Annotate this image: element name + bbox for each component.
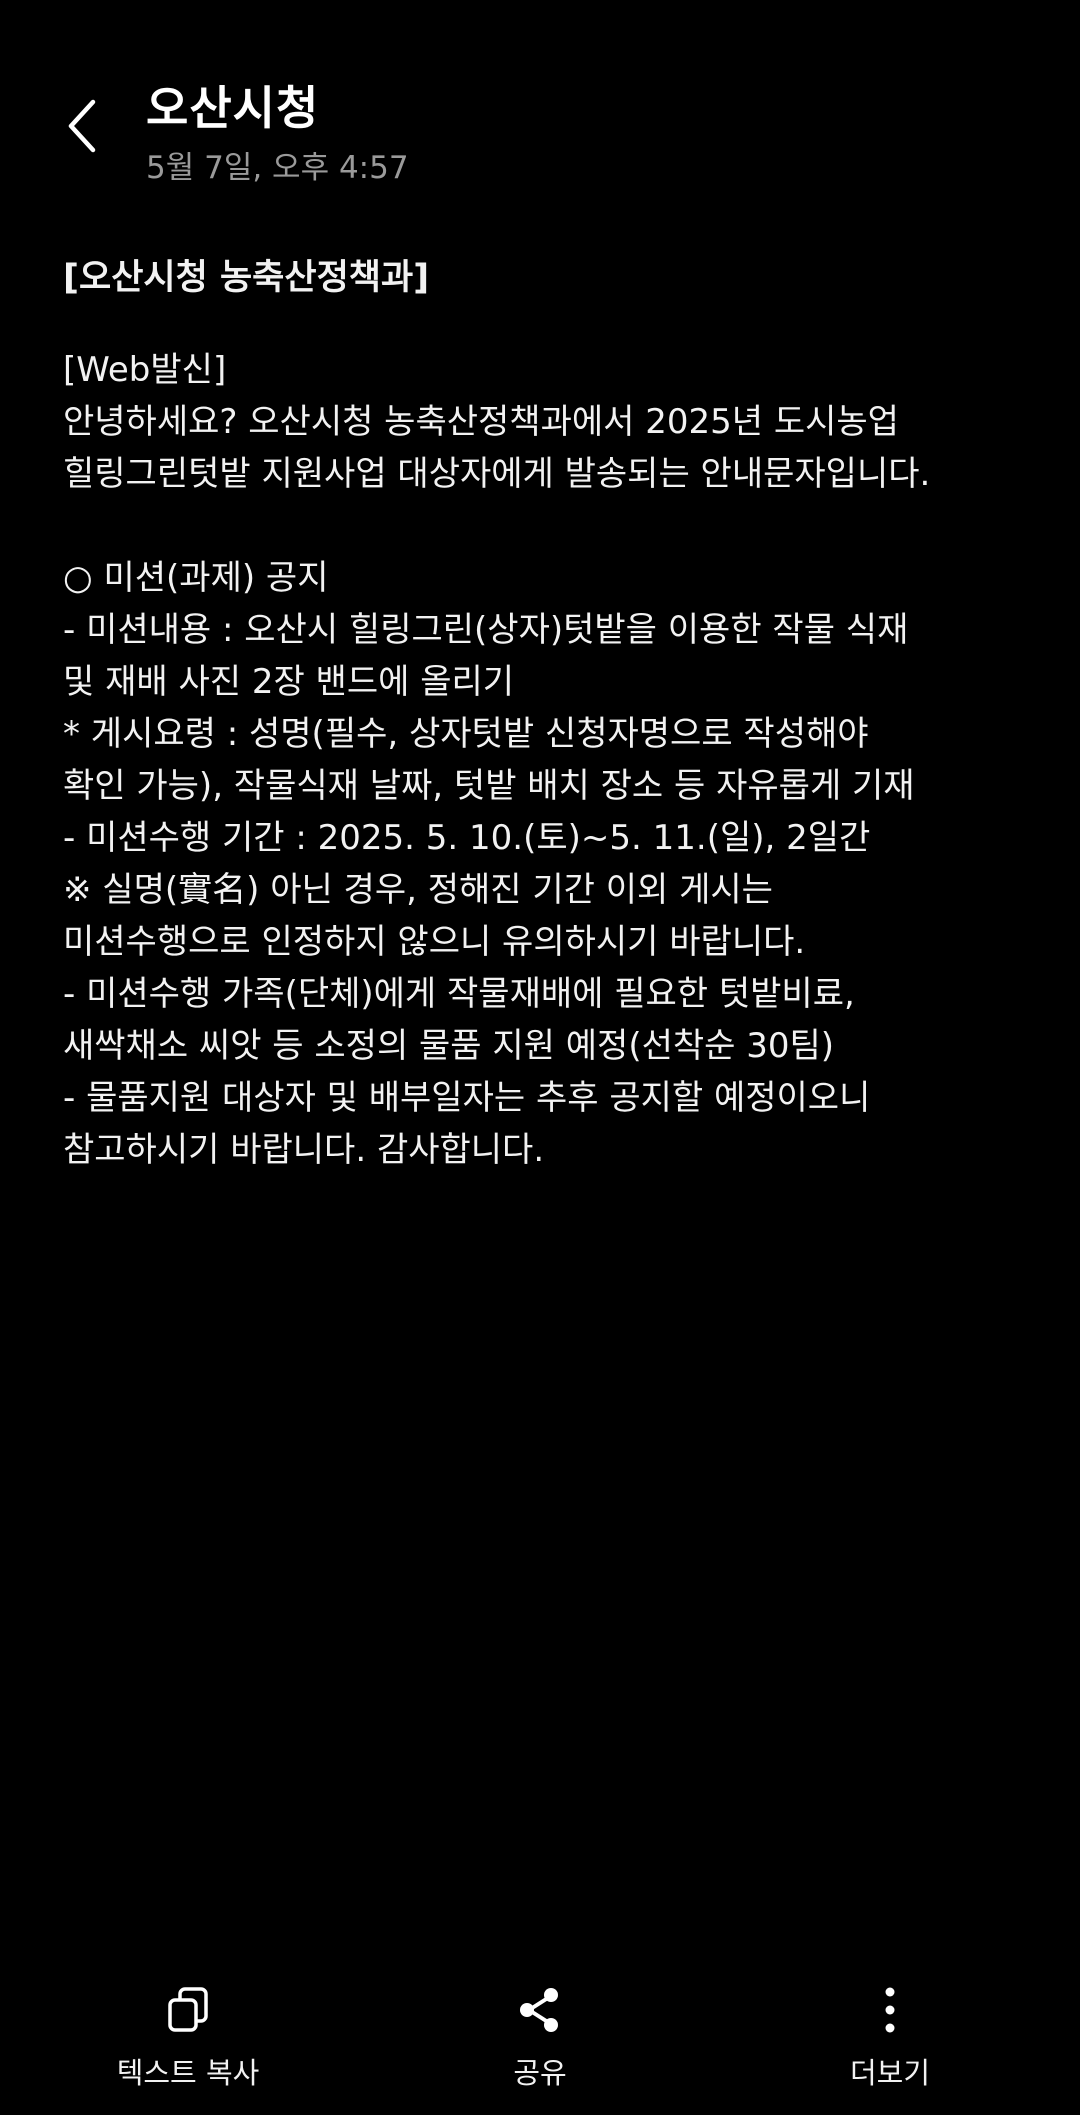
message-line: * 게시요령 : 성명(필수, 상자텃밭 신청자명으로 작성해야 [63,714,869,754]
bottom-action-bar: 텍스트 복사 공유 더보기 [0,1960,1080,2115]
message-line: - 물품지원 대상자 및 배부일자는 추후 공지할 예정이오니 [63,1078,871,1118]
chevron-left-icon [65,98,99,158]
message-body: [오산시청 농축산정책과] [Web발신] 안녕하세요? 오산시청 농축산정책과에… [63,252,1013,1176]
share-label: 공유 [513,2056,567,2090]
message-timestamp: 5월 7일, 오후 4:57 [146,150,409,186]
message-line: 확인 가능), 작물식재 날짜, 텃밭 배치 장소 등 자유롭게 기재 [63,766,915,806]
message-line: 새싹채소 씨앗 등 소정의 물품 지원 예정(선착순 30팀) [63,1026,835,1066]
message-line: ※ 실명(實名) 아닌 경우, 정해진 기간 이외 게시는 [63,870,773,910]
message-line: ○ 미션(과제) 공지 [63,558,329,598]
message-line: - 미션내용 : 오산시 힐링그린(상자)텃밭을 이용한 작물 식재 [63,610,909,650]
back-button[interactable] [52,92,112,164]
copy-text-button[interactable]: 텍스트 복사 [58,1982,318,2102]
copy-icon [160,1982,216,2038]
message-line: 힐링그린텃밭 지원사업 대상자에게 발송되는 안내문자입니다. [63,454,931,494]
message-line: 미션수행으로 인정하지 않으니 유의하시기 바랍니다. [63,922,806,962]
header: 오산시청 5월 7일, 오후 4:57 [0,0,1080,200]
share-button[interactable]: 공유 [410,1982,670,2102]
message-lines: [Web발신] 안녕하세요? 오산시청 농축산정책과에서 2025년 도시농업힐링… [63,344,1013,1176]
message-line: 참고하시기 바랍니다. 감사합니다. [63,1130,545,1170]
more-label: 더보기 [849,2056,931,2090]
more-vertical-icon [862,1982,918,2038]
sender-title: 오산시청 [146,81,320,135]
message-line: - 미션수행 기간 : 2025. 5. 10.(토)~5. 11.(일), 2… [63,818,871,858]
message-line: 안녕하세요? 오산시청 농축산정책과에서 2025년 도시농업 [63,402,899,442]
message-line: - 미션수행 가족(단체)에게 작물재배에 필요한 텃밭비료, [63,974,855,1014]
share-icon [512,1982,568,2038]
message-heading: [오산시청 농축산정책과] [63,258,430,298]
more-button[interactable]: 더보기 [760,1982,1020,2102]
message-line: 및 재배 사진 2장 밴드에 올리기 [63,662,515,702]
copy-text-label: 텍스트 복사 [116,2056,260,2090]
message-line: [Web발신] [63,350,227,390]
